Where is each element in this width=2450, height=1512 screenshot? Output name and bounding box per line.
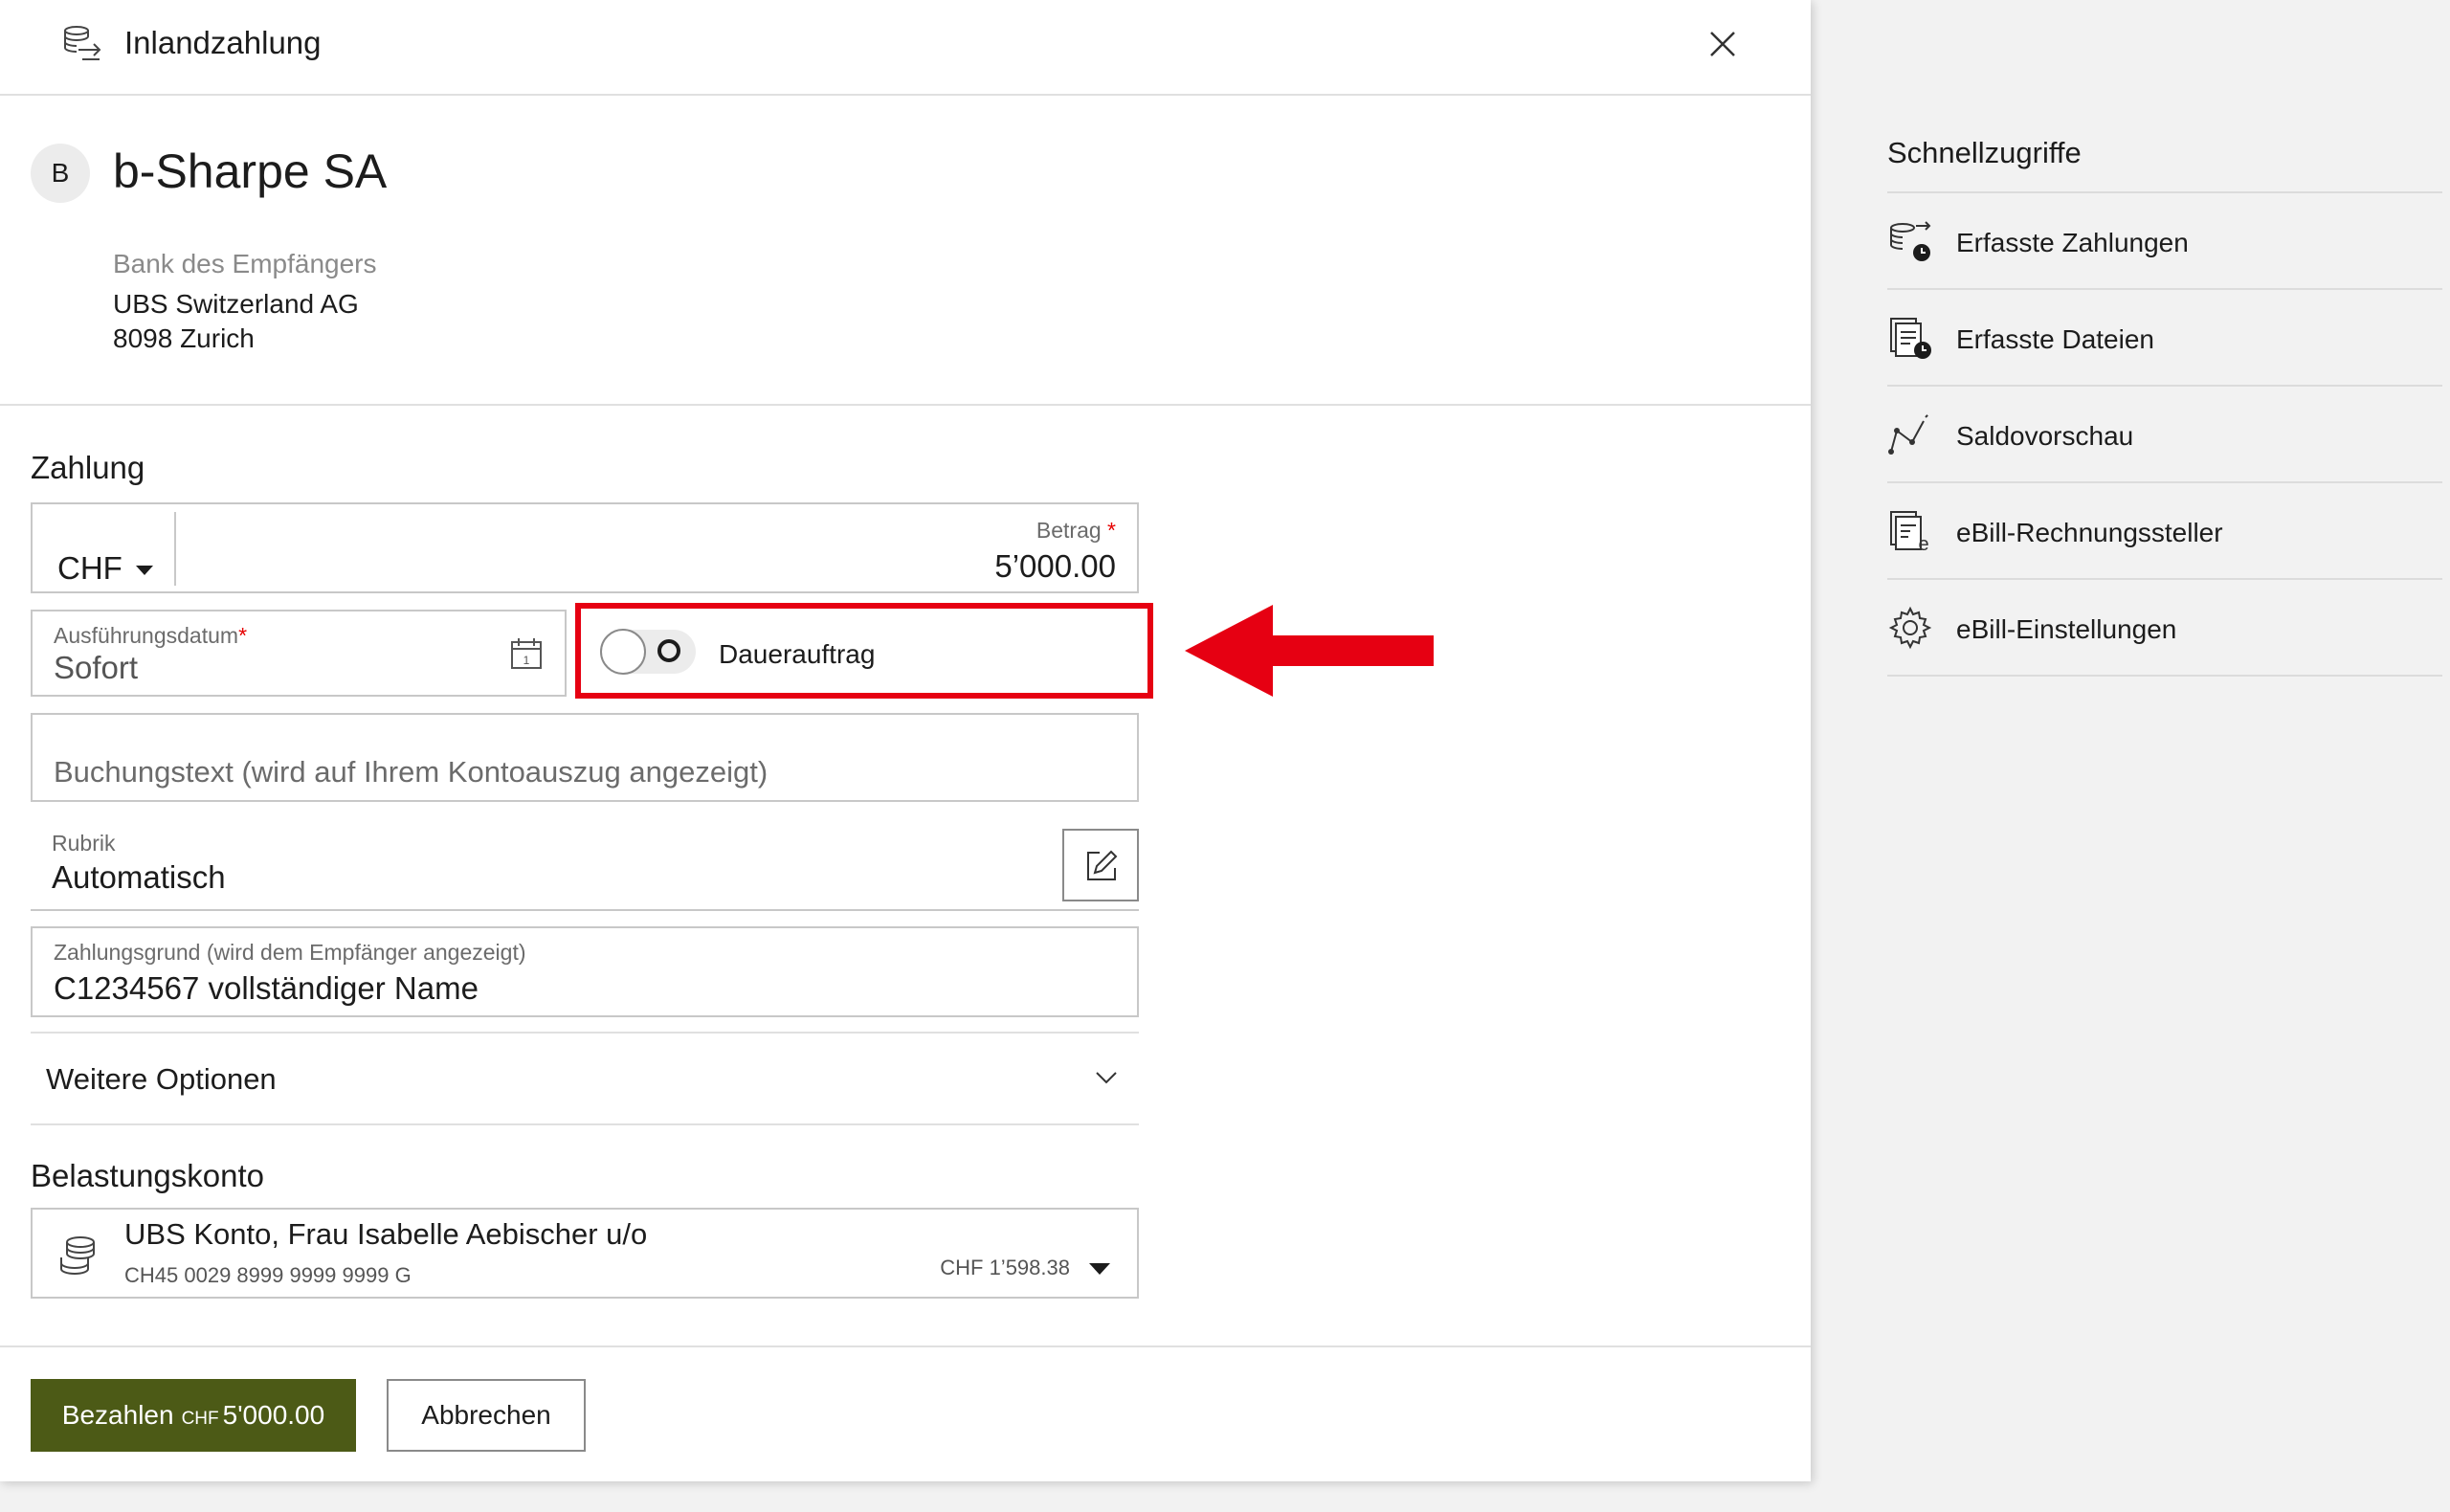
pay-button[interactable]: Bezahlen CHF 5'000.00 [31,1379,356,1452]
payee-bank-city: 8098 Zurich [113,323,255,353]
edit-icon [1087,850,1118,880]
toggle-knob [600,629,646,675]
category-label: Rubrik [52,831,116,856]
quick-item-balance-preview[interactable]: Saldovorschau [1887,387,2442,483]
dialog-title: Inlandzahlung [124,25,322,60]
payment-reason-input[interactable]: Zahlungsgrund (wird dem Empfänger angeze… [31,926,1139,1017]
payee-avatar: B [31,144,90,203]
booking-text-placeholder: Buchungstext (wird auf Ihrem Kontoauszug… [54,755,768,789]
execution-date-field[interactable]: Ausführungsdatum* Sofort 1 [31,610,567,697]
quick-item-ebill-billers[interactable]: e eBill-Rechnungssteller [1887,483,2442,580]
red-arrow-icon [1185,605,1434,697]
dialog-header: Inlandzahlung [0,0,1811,96]
gear-icon [1888,606,1932,650]
ebill-document-icon: e [1890,511,1929,554]
booking-text-input[interactable]: Buchungstext (wird auf Ihrem Kontoauszug… [31,713,1139,802]
required-marker: * [1107,518,1116,543]
files-clock-icon [1890,318,1931,359]
category-field: Rubrik Automatisch [31,823,1139,911]
pay-button-amount: 5'000.00 [222,1400,325,1430]
payments-clock-icon [1890,221,1931,261]
amount-field: CHF Betrag * 5’000.00 [31,502,1139,593]
quick-item-label: Erfasste Dateien [1956,324,2154,354]
calendar-icon[interactable]: 1 [509,636,544,671]
quick-item-label: Erfasste Zahlungen [1956,228,2189,257]
chevron-down-icon [1096,1072,1117,1084]
payment-reason-label: Zahlungsgrund (wird dem Empfänger angeze… [54,940,526,965]
coins-icon [60,1236,95,1276]
debit-account-section-title: Belastungskonto [31,1158,265,1193]
currency-value: CHF [57,550,122,586]
dialog-footer: Bezahlen CHF 5'000.00 Abbrechen [0,1345,1811,1481]
standing-order-label: Dauerauftrag [719,639,876,669]
pay-button-label: Bezahlen [61,1400,174,1430]
amount-input[interactable]: 5’000.00 [994,548,1116,585]
currency-select[interactable]: CHF [57,550,153,587]
payment-reason-value[interactable]: C1234567 vollständiger Name [54,970,479,1007]
more-options-label: Weitere Optionen [46,1062,277,1096]
amount-label: Betrag * [1036,518,1116,544]
execution-date-label: Ausführungsdatum* [54,623,247,649]
quick-item-ebill-settings[interactable]: eBill-Einstellungen [1887,580,2442,677]
execution-date-value[interactable]: Sofort [54,650,138,686]
standing-order-toggle[interactable] [600,629,696,675]
debit-account-name: UBS Konto, Frau Isabelle Aebischer u/o [124,1217,648,1251]
debit-account-balance: CHF 1’598.38 [940,1256,1070,1279]
toggle-off-indicator-icon [657,639,680,662]
payment-transfer-icon [64,26,101,60]
caret-down-icon [135,566,153,576]
quick-access-list: Erfasste Zahlungen Erfasste Dateien Sald… [1887,191,2442,677]
balance-chart-icon [1888,412,1930,455]
standing-order-highlight: Dauerauftrag [575,603,1153,699]
category-value: Automatisch [52,859,226,895]
close-icon[interactable] [1704,25,1742,63]
svg-text:e: e [1918,534,1928,554]
payment-dialog: Inlandzahlung B b-Sharpe SA Bank des Emp… [0,0,1811,1481]
svg-text:1: 1 [523,654,530,667]
quick-item-recorded-payments[interactable]: Erfasste Zahlungen [1887,193,2442,290]
quick-item-recorded-files[interactable]: Erfasste Dateien [1887,290,2442,387]
more-options-expander[interactable]: Weitere Optionen [31,1032,1139,1125]
payee-name: b-Sharpe SA [113,145,388,198]
payee-bank-label: Bank des Empfängers [113,249,377,278]
amount-label-text: Betrag [1036,518,1102,543]
edit-category-button[interactable] [1062,829,1139,901]
caret-down-icon [1089,1263,1110,1275]
quick-access-title: Schnellzugriffe [1887,136,2082,169]
debit-account-iban: CH45 0029 8999 9999 9999 G [124,1263,412,1287]
payment-section-title: Zahlung [31,450,145,485]
quick-item-label: Saldovorschau [1956,421,2134,451]
pay-button-currency: CHF [181,1409,219,1429]
currency-divider [174,512,176,586]
required-marker: * [238,623,248,648]
execution-date-label-text: Ausführungsdatum [54,623,239,648]
quick-item-label: eBill-Rechnungssteller [1956,518,2223,547]
quick-item-label: eBill-Einstellungen [1956,614,2177,644]
payee-section: B b-Sharpe SA Bank des Empfängers UBS Sw… [0,96,1811,406]
debit-account-select[interactable]: UBS Konto, Frau Isabelle Aebischer u/o C… [31,1208,1139,1299]
cancel-button[interactable]: Abbrechen [387,1379,586,1452]
payee-bank-name: UBS Switzerland AG [113,289,359,319]
